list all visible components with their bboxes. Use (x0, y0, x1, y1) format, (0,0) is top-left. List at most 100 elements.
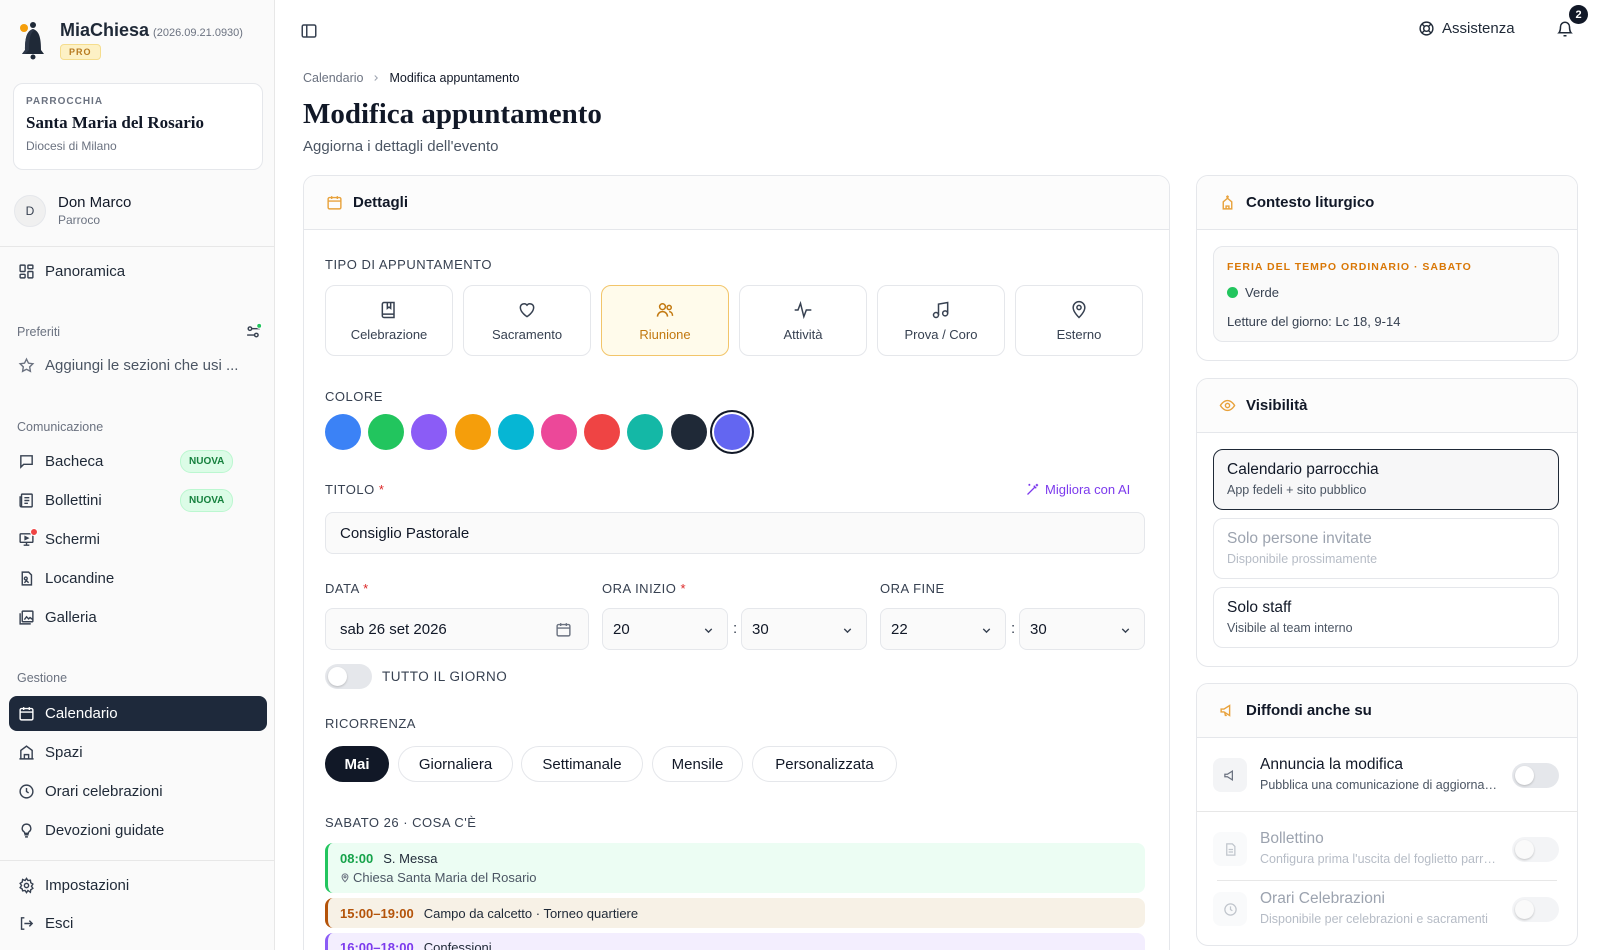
start-minute-value: 30 (752, 620, 769, 638)
sidebar-item-label: Galleria (45, 609, 97, 626)
all-day-toggle[interactable] (325, 664, 372, 689)
color-label: COLORE (325, 389, 383, 404)
breadcrumb-root[interactable]: Calendario (303, 71, 363, 85)
type-sacramento-button[interactable]: Sacramento (463, 285, 591, 356)
spread-item-announce[interactable]: Annuncia la modifica Pubblica una comuni… (1213, 750, 1559, 805)
recurrence-personalizzata-button[interactable]: Personalizzata (752, 746, 897, 782)
sidebar-item-esci[interactable]: Esci (9, 906, 267, 941)
building-icon (18, 744, 35, 761)
sidebar-toggle-icon[interactable] (300, 22, 318, 40)
divider (0, 246, 275, 247)
sidebar-item-orari[interactable]: Orari celebrazioni (9, 774, 267, 809)
sidebar-item-bollettini[interactable]: Bollettini NUOVA (9, 483, 267, 518)
sidebar-item-label: Bacheca (45, 453, 104, 470)
recurrence-mensile-button[interactable]: Mensile (652, 746, 743, 782)
clock-icon (1213, 892, 1247, 926)
day-schedule-label: SABATO 26 · COSA C'È (325, 815, 477, 830)
date-field[interactable]: sab 26 set 2026 (325, 608, 589, 650)
recurrence-mai-button[interactable]: Mai (325, 746, 389, 782)
color-swatch[interactable] (713, 414, 750, 450)
document-icon (1213, 832, 1247, 866)
type-riunione-button[interactable]: Riunione (601, 285, 729, 356)
event-place: Chiesa Santa Maria del Rosario (353, 870, 537, 885)
spread-item-schedule: Orari Celebrazioni Disponibile per celeb… (1213, 884, 1559, 939)
parish-card[interactable]: PARROCCHIA Santa Maria del Rosario Dioce… (13, 83, 263, 170)
page-title: Modifica appuntamento (303, 98, 602, 130)
recurrence-settimanale-button[interactable]: Settimanale (521, 746, 643, 782)
date-value: sab 26 set 2026 (340, 620, 447, 638)
event-item[interactable]: 08:00 S. Messa Chiesa Santa Maria del Ros… (325, 843, 1145, 893)
start-hour-value: 20 (613, 620, 630, 638)
announce-toggle[interactable] (1512, 763, 1559, 788)
color-swatch[interactable] (541, 414, 577, 450)
help-button[interactable]: Assistenza (1418, 20, 1515, 37)
notifications-bell-icon[interactable] (1556, 20, 1574, 38)
improve-ai-label: Migliora con AI (1045, 482, 1131, 497)
color-swatch[interactable] (368, 414, 405, 450)
type-attivita-button[interactable]: Attività (739, 285, 867, 356)
sidebar-item-panoramica[interactable]: Panoramica (9, 254, 267, 289)
sidebar-item-impostazioni[interactable]: Impostazioni (9, 868, 267, 903)
sidebar-item-spazi[interactable]: Spazi (9, 735, 267, 770)
spread-item-subtitle: Pubblica una comunicazione di aggiorname… (1260, 778, 1500, 792)
start-minute-select[interactable]: 30 (741, 608, 867, 650)
visibility-option-staff[interactable]: Solo staff Visibile al team interno (1213, 587, 1559, 648)
sidebar-item-calendario[interactable]: Calendario (9, 696, 267, 731)
sidebar-item-schermi[interactable]: Schermi (9, 522, 267, 557)
sidebar-item-galleria[interactable]: Galleria (9, 600, 267, 635)
title-input[interactable]: Consiglio Pastorale (325, 512, 1145, 554)
type-label: TIPO DI APPUNTAMENTO (325, 257, 492, 272)
end-minute-select[interactable]: 30 (1019, 608, 1145, 650)
color-swatch[interactable] (454, 414, 491, 450)
event-title: Confessioni (423, 940, 492, 950)
activity-icon (793, 300, 813, 320)
color-swatch[interactable] (497, 414, 534, 450)
liturgy-readings: Letture del giorno: Lc 18, 9-14 (1227, 314, 1401, 329)
brand[interactable]: MiaChiesa (2026.09.21.0930) PRO (16, 20, 243, 60)
visibility-option-parish-calendar[interactable]: Calendario parrocchia App fedeli + sito … (1213, 449, 1559, 510)
type-label-text: Attività (783, 326, 823, 342)
liturgy-color: Verde (1227, 285, 1545, 300)
improve-ai-button[interactable]: Migliora con AI (1025, 482, 1130, 497)
color-swatch[interactable] (325, 414, 361, 450)
type-celebrazione-button[interactable]: Celebrazione (325, 285, 453, 356)
event-item[interactable]: 16:00–18:00 Confessioni (325, 933, 1145, 950)
favorites-settings-icon[interactable] (245, 323, 262, 340)
new-badge: NUOVA (180, 489, 234, 512)
liturgy-info-box: FERIA DEL TEMPO ORDINARIO · SABATO Verde… (1213, 246, 1559, 342)
megaphone-icon (1219, 702, 1236, 719)
sidebar-item-bacheca[interactable]: Bacheca NUOVA (9, 444, 267, 479)
user-name: Don Marco (58, 194, 132, 211)
spread-header: Diffondi anche su (1197, 684, 1577, 738)
newspaper-icon (18, 492, 35, 509)
sidebar-item-label: Esci (45, 915, 74, 932)
type-prova-coro-button[interactable]: Prova / Coro (877, 285, 1005, 356)
recurrence-giornaliera-button[interactable]: Giornaliera (398, 746, 513, 782)
sidebar-item-locandine[interactable]: Locandine (9, 561, 267, 596)
option-title: Calendario parrocchia (1227, 461, 1379, 478)
favorites-add-hint[interactable]: Aggiungi le sezioni che usi ... (9, 348, 267, 383)
page-subtitle: Aggiorna i dettagli dell'evento (303, 138, 499, 155)
event-item[interactable]: 15:00–19:00 Campo da calcetto · Torneo qu… (325, 898, 1145, 928)
sidebar-item-label: Impostazioni (45, 877, 130, 894)
start-hour-select[interactable]: 20 (602, 608, 728, 650)
all-day-label: TUTTO IL GIORNO (382, 669, 508, 684)
type-esterno-button[interactable]: Esterno (1015, 285, 1143, 356)
end-hour-select[interactable]: 22 (880, 608, 1006, 650)
color-swatch[interactable] (670, 414, 707, 450)
divider (0, 860, 275, 861)
spread-title: Diffondi anche su (1246, 702, 1372, 719)
visibility-option-invited: Solo persone invitate Disponibile prossi… (1213, 518, 1559, 579)
sidebar-item-devozioni[interactable]: Devozioni guidate (9, 813, 267, 848)
calendar-picker-icon[interactable] (555, 621, 572, 638)
user-profile[interactable]: D Don Marco Parroco (14, 194, 131, 227)
time-separator: : (733, 620, 738, 637)
chevron-right-icon (371, 73, 381, 83)
visibility-title: Visibilità (1246, 397, 1308, 414)
title-label: TITOLO * (325, 482, 385, 497)
date-label-text: DATA (325, 581, 360, 596)
color-swatch[interactable] (584, 414, 621, 450)
calendar-icon (326, 194, 343, 211)
star-icon (18, 357, 35, 374)
sidebar-item-label: Schermi (45, 531, 101, 548)
